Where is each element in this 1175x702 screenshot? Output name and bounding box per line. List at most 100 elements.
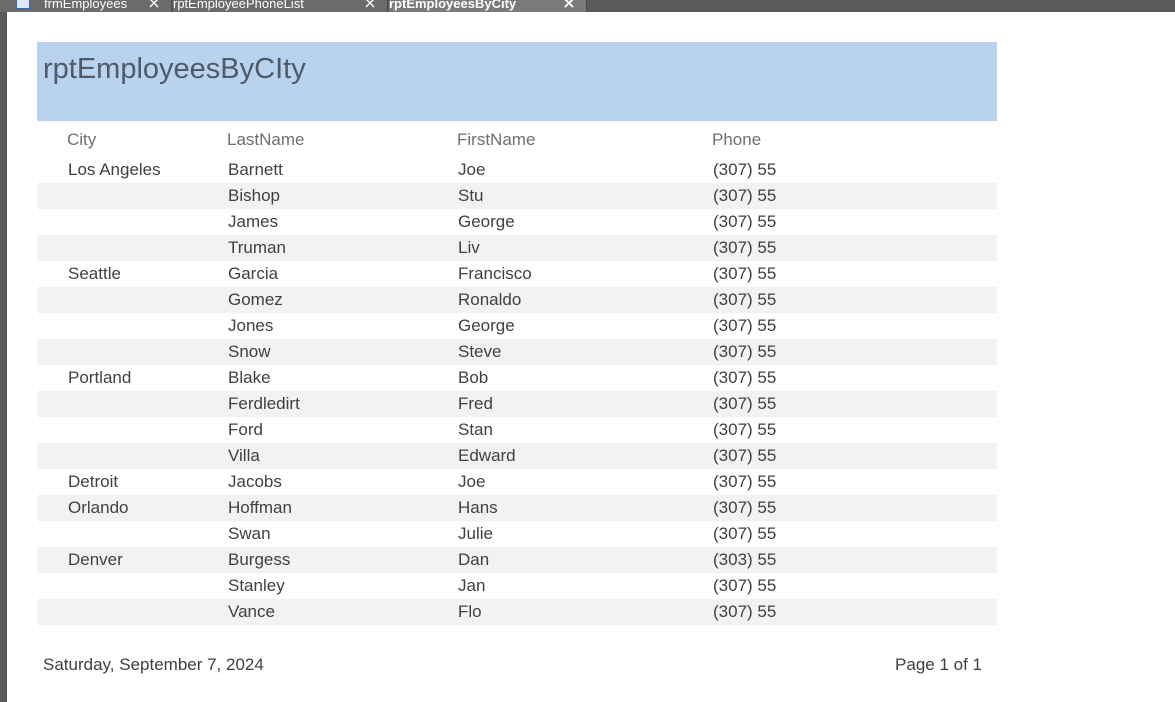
cell-city: Los Angeles (68, 160, 161, 179)
column-header-lastname: LastName (227, 130, 305, 149)
cell-phone: (307) 55 (713, 264, 776, 283)
tab-label: rptEmployeesByCity (389, 0, 517, 11)
cell-lastname: Vance (228, 602, 275, 621)
cell-firstname: Flo (458, 602, 482, 621)
report-row: Jones George (307) 55 (37, 313, 997, 339)
form-icon (16, 0, 30, 9)
cell-firstname: Joe (458, 472, 486, 491)
cell-city: Denver (68, 550, 123, 569)
cell-lastname: Swan (228, 524, 271, 543)
cell-lastname: Jones (228, 316, 274, 335)
report-row: Los Angeles Barnett Joe (307) 55 (37, 157, 997, 183)
cell-phone: (307) 55 (713, 290, 776, 309)
cell-phone: (307) 55 (713, 342, 776, 361)
cell-phone: (307) 55 (713, 394, 776, 413)
report-row: Snow Steve (307) 55 (37, 339, 997, 365)
report-title: rptEmployeesByCIty (43, 53, 306, 85)
cell-lastname: Gomez (228, 290, 283, 309)
cell-firstname: Stu (458, 186, 484, 205)
cell-phone: (307) 55 (713, 212, 776, 231)
cell-phone: (307) 55 (713, 160, 776, 179)
cell-lastname: Garcia (228, 264, 279, 283)
report-row: Vance Flo (307) 55 (37, 599, 997, 625)
document-tab-bar: frmEmployees × rptEmployeePhoneList × rp… (0, 0, 1175, 12)
cell-lastname: Bishop (228, 186, 280, 205)
cell-phone: (307) 55 (713, 446, 776, 465)
close-icon[interactable]: × (147, 0, 161, 11)
report-row: Detroit Jacobs Joe (307) 55 (37, 469, 997, 495)
cell-phone: (307) 55 (713, 602, 776, 621)
cell-lastname: Stanley (228, 576, 285, 595)
cell-lastname: Blake (228, 368, 271, 387)
cell-firstname: Bob (458, 368, 489, 387)
cell-lastname: Snow (228, 342, 271, 361)
report-row: Swan Julie (307) 55 (37, 521, 997, 547)
cell-lastname: Ford (228, 420, 263, 439)
cell-firstname: Joe (458, 160, 486, 179)
cell-phone: (307) 55 (713, 472, 776, 491)
tab-rpt-employee-phone-list[interactable]: rptEmployeePhoneList × (173, 0, 388, 12)
cell-firstname: Edward (458, 446, 516, 465)
cell-firstname: Liv (458, 238, 480, 257)
cell-firstname: George (458, 212, 515, 231)
footer-page-number: Page 1 of 1 (895, 655, 982, 674)
cell-lastname: Jacobs (228, 472, 282, 491)
report-row: Orlando Hoffman Hans (307) 55 (37, 495, 997, 521)
column-header-phone: Phone (712, 130, 762, 149)
cell-city: Orlando (68, 498, 129, 517)
tab-frm-employees[interactable]: frmEmployees × (0, 0, 172, 12)
report-row: James George (307) 55 (37, 209, 997, 235)
column-header-city: City (67, 130, 97, 149)
report-row: Gomez Ronaldo (307) 55 (37, 287, 997, 313)
cell-firstname: Hans (458, 498, 498, 517)
cell-lastname: Hoffman (228, 498, 292, 517)
cell-firstname: George (458, 316, 515, 335)
cell-firstname: Fred (458, 394, 493, 413)
report-row: Denver Burgess Dan (303) 55 (37, 547, 997, 573)
cell-lastname: Villa (228, 446, 260, 465)
cell-phone: (307) 55 (713, 524, 776, 543)
cell-lastname: Truman (228, 238, 286, 257)
cell-firstname: Stan (458, 420, 493, 439)
cell-phone: (303) 55 (713, 550, 776, 569)
report-row: Stanley Jan (307) 55 (37, 573, 997, 599)
report-row: Truman Liv (307) 55 (37, 235, 997, 261)
cell-firstname: Jan (458, 576, 486, 595)
column-header-firstname: FirstName (457, 130, 536, 149)
tab-label: frmEmployees (44, 0, 128, 11)
report-row: Bishop Stu (307) 55 (37, 183, 997, 209)
column-headers: City LastName FirstName Phone (37, 121, 997, 157)
report-view: rptEmployeesByCIty City LastName FirstNa… (37, 42, 997, 685)
cell-phone: (307) 55 (713, 420, 776, 439)
cell-firstname: Julie (458, 524, 493, 543)
report-row: Portland Blake Bob (307) 55 (37, 365, 997, 391)
cell-lastname: Barnett (228, 160, 283, 179)
cell-firstname: Steve (458, 342, 502, 361)
close-icon[interactable]: × (562, 0, 576, 11)
cell-phone: (307) 55 (713, 368, 776, 387)
tab-label: rptEmployeePhoneList (173, 0, 304, 11)
cell-firstname: Francisco (458, 264, 532, 283)
cell-phone: (307) 55 (713, 576, 776, 595)
cell-phone: (307) 55 (713, 238, 776, 257)
page-footer: Saturday, September 7, 2024 Page 1 of 1 (37, 625, 997, 685)
report-row: Seattle Garcia Francisco (307) 55 (37, 261, 997, 287)
cell-phone: (307) 55 (713, 186, 776, 205)
cell-lastname: Ferdledirt (228, 394, 300, 413)
cell-firstname: Dan (458, 550, 490, 569)
cell-lastname: James (228, 212, 279, 231)
close-icon[interactable]: × (363, 0, 377, 11)
report-row: Villa Edward (307) 55 (37, 443, 997, 469)
navigation-pane-edge (0, 12, 7, 702)
report-detail: Los Angeles Barnett Joe (307) 55 Bishop Stu (3… (37, 157, 997, 625)
cell-phone: (307) 55 (713, 498, 776, 517)
cell-lastname: Burgess (228, 550, 291, 569)
report-header: rptEmployeesByCIty (37, 42, 997, 121)
cell-phone: (307) 55 (713, 316, 776, 335)
cell-firstname: Ronaldo (458, 290, 522, 309)
cell-city: Seattle (68, 264, 121, 283)
report-row: Ford Stan (307) 55 (37, 417, 997, 443)
footer-date: Saturday, September 7, 2024 (43, 655, 264, 674)
tab-rpt-employees-by-city[interactable]: rptEmployeesByCity × (389, 0, 587, 12)
cell-city: Detroit (68, 472, 119, 491)
